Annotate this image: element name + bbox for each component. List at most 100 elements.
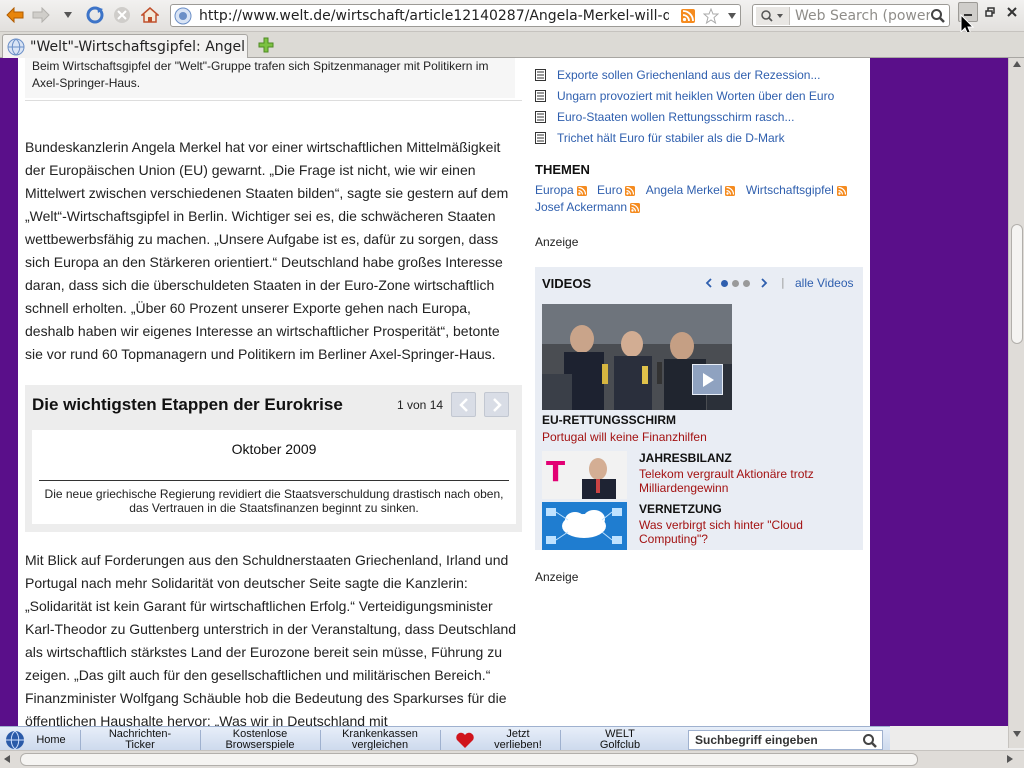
toolbar-browserspiele[interactable]: Kostenlose Browserspiele bbox=[202, 728, 318, 752]
history-dropdown-button[interactable] bbox=[60, 4, 76, 26]
home-icon bbox=[141, 7, 159, 23]
pager-dot-active[interactable] bbox=[721, 279, 728, 287]
scrollbar-thumb[interactable] bbox=[20, 753, 918, 766]
rss-icon[interactable] bbox=[576, 186, 587, 196]
slideshow-prev-button[interactable] bbox=[451, 392, 476, 417]
web-search-box[interactable]: Web Search (powered bbox=[752, 4, 950, 27]
toolbar-krankenkassen[interactable]: Krankenkassen vergleichen bbox=[322, 728, 438, 752]
topic-tag-label[interactable]: Josef Ackermann bbox=[535, 200, 627, 214]
list-item[interactable]: Trichet hält Euro für stabiler als die D… bbox=[535, 127, 865, 148]
video-title-link[interactable]: Was verbirgt sich hinter "Cloud Computin… bbox=[639, 518, 859, 546]
search-icon[interactable] bbox=[930, 8, 946, 24]
toolbar-nachrichten-ticker[interactable]: Nachrichten- Ticker bbox=[82, 728, 198, 752]
toolbar-home[interactable]: Home bbox=[28, 728, 74, 752]
home-button[interactable] bbox=[139, 4, 161, 26]
list-item[interactable]: Exporte sollen Griechenland aus der Reze… bbox=[535, 64, 865, 85]
play-button[interactable] bbox=[692, 364, 723, 395]
close-icon bbox=[1007, 7, 1017, 17]
rss-icon[interactable] bbox=[725, 186, 736, 196]
maximize-button[interactable] bbox=[980, 2, 1000, 22]
chevron-right-icon[interactable] bbox=[760, 278, 768, 288]
rss-feed-icon[interactable] bbox=[681, 9, 695, 23]
scroll-down-arrow-icon[interactable] bbox=[1012, 730, 1022, 738]
all-videos-link[interactable]: alle Videos bbox=[795, 276, 854, 290]
videos-pager bbox=[705, 276, 768, 290]
toolbar-verlieben[interactable]: Jetzt verlieben! bbox=[478, 728, 558, 752]
scroll-right-arrow-icon[interactable] bbox=[1006, 754, 1014, 764]
topic-tag-label[interactable]: Wirtschaftsgipfel bbox=[746, 183, 834, 197]
related-link[interactable]: Ungarn provoziert mit heiklen Worten übe… bbox=[557, 89, 834, 103]
tab-welt-article[interactable]: "Welt"-Wirtschaftsgipfel: Angel... bbox=[2, 34, 248, 58]
chevron-right-icon bbox=[492, 397, 502, 412]
vertical-scrollbar[interactable] bbox=[1008, 58, 1024, 748]
rss-icon[interactable] bbox=[630, 203, 641, 213]
stop-button[interactable] bbox=[111, 4, 133, 26]
topic-tag[interactable]: Europa bbox=[535, 182, 587, 199]
chevron-left-icon bbox=[458, 397, 468, 412]
eurokrise-slideshow: Die wichtigsten Etappen der Eurokrise 1 … bbox=[25, 385, 522, 532]
topic-tag[interactable]: Wirtschaftsgipfel bbox=[746, 182, 847, 199]
themen-heading: THEMEN bbox=[535, 162, 590, 177]
reload-button[interactable] bbox=[84, 4, 106, 26]
welt-globe-icon[interactable] bbox=[5, 730, 25, 750]
toolbar-separator bbox=[560, 730, 561, 750]
scroll-left-arrow-icon[interactable] bbox=[3, 754, 11, 764]
tab-title: "Welt"-Wirtschaftsgipfel: Angel... bbox=[30, 38, 245, 55]
topic-tag[interactable]: Angela Merkel bbox=[646, 182, 736, 199]
search-engine-selector[interactable] bbox=[756, 7, 790, 25]
list-item[interactable]: Euro-Staaten wollen Rettungsschirm rasch… bbox=[535, 106, 865, 127]
video-list-item[interactable]: VERNETZUNG Was verbirgt sich hinter "Clo… bbox=[542, 502, 862, 552]
svg-text:T: T bbox=[546, 455, 565, 488]
rss-icon[interactable] bbox=[625, 186, 636, 196]
bookmark-star-icon[interactable] bbox=[703, 8, 719, 24]
search-placeholder[interactable]: Web Search (powered bbox=[795, 8, 930, 24]
related-link[interactable]: Exporte sollen Griechenland aus der Reze… bbox=[557, 68, 820, 82]
rss-icon[interactable] bbox=[836, 186, 847, 196]
video-kicker: VERNETZUNG bbox=[639, 502, 722, 516]
topic-tag-label[interactable]: Europa bbox=[535, 183, 574, 197]
featured-video-thumbnail[interactable] bbox=[542, 304, 732, 410]
chevron-down-icon bbox=[64, 12, 72, 18]
video-thumbnail[interactable] bbox=[542, 502, 627, 550]
welt-search-input[interactable]: Suchbegriff eingeben bbox=[688, 730, 883, 750]
forward-arrow-icon bbox=[32, 7, 50, 23]
slideshow-title: Die wichtigsten Etappen der Eurokrise bbox=[32, 395, 343, 414]
video-title-link[interactable]: Portugal will keine Finanzhilfen bbox=[542, 430, 707, 444]
horizontal-scrollbar[interactable] bbox=[0, 750, 1024, 768]
related-articles-list: Exporte sollen Griechenland aus der Reze… bbox=[535, 64, 865, 148]
image-caption: Beim Wirtschaftsgipfel der "Welt"-Gruppe… bbox=[25, 58, 515, 98]
search-icon[interactable] bbox=[862, 733, 878, 749]
close-window-button[interactable] bbox=[1002, 2, 1022, 22]
video-list-item[interactable]: T JAHRESBILANZ Telekom vergrault Aktionä… bbox=[542, 451, 862, 501]
slideshow-next-button[interactable] bbox=[484, 392, 509, 417]
forward-button[interactable] bbox=[30, 4, 52, 26]
caption-divider bbox=[25, 100, 522, 101]
related-link[interactable]: Euro-Staaten wollen Rettungsschirm rasch… bbox=[557, 110, 794, 124]
pager-dot[interactable] bbox=[732, 279, 739, 287]
pager-dot[interactable] bbox=[743, 279, 750, 287]
video-title-link[interactable]: Telekom vergrault Aktionäre trotz Millia… bbox=[639, 467, 859, 495]
topic-tag[interactable]: Euro bbox=[597, 182, 636, 199]
new-tab-plus-icon[interactable] bbox=[258, 37, 274, 53]
url-bar[interactable]: http://www.welt.de/wirtschaft/article121… bbox=[170, 4, 741, 27]
heart-icon[interactable] bbox=[455, 732, 475, 749]
video-thumbnail[interactable]: T bbox=[542, 451, 627, 499]
scroll-up-arrow-icon[interactable] bbox=[1012, 60, 1022, 68]
topic-tag[interactable]: Josef Ackermann bbox=[535, 199, 641, 216]
globe-favicon-icon bbox=[7, 38, 25, 55]
ad-label: Anzeige bbox=[535, 570, 579, 584]
related-link[interactable]: Trichet hält Euro für stabiler als die D… bbox=[557, 131, 785, 145]
welt-search-placeholder[interactable]: Suchbegriff eingeben bbox=[695, 733, 818, 747]
topic-tag-label[interactable]: Euro bbox=[597, 183, 622, 197]
topic-tag-label[interactable]: Angela Merkel bbox=[646, 183, 723, 197]
back-button[interactable] bbox=[4, 4, 26, 26]
list-item[interactable]: Ungarn provoziert mit heiklen Worten übe… bbox=[535, 85, 865, 106]
toolbar-golfclub[interactable]: WELT Golfclub bbox=[562, 728, 678, 752]
cloud-computing-thumbnail-image bbox=[542, 502, 627, 550]
scrollbar-thumb[interactable] bbox=[1011, 224, 1023, 344]
url-dropdown-icon[interactable] bbox=[727, 12, 737, 20]
document-icon bbox=[535, 89, 546, 102]
page-viewport: Beim Wirtschaftsgipfel der "Welt"-Gruppe… bbox=[0, 58, 1008, 726]
chevron-left-icon[interactable] bbox=[705, 278, 713, 288]
url-text[interactable]: http://www.welt.de/wirtschaft/article121… bbox=[199, 8, 669, 24]
